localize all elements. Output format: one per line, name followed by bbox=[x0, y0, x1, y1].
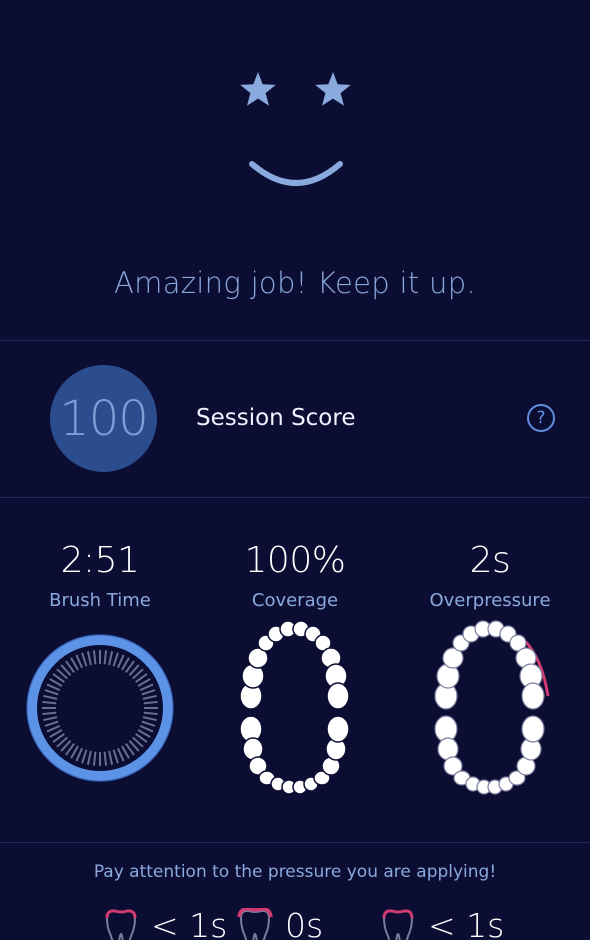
smile-icon bbox=[249, 161, 343, 186]
timer-tick bbox=[81, 749, 88, 764]
timer-ring-icon bbox=[26, 634, 174, 782]
pressure-value-center: 0s bbox=[285, 906, 324, 940]
teeth-coverage-icon bbox=[239, 620, 350, 795]
timer-tick bbox=[46, 683, 61, 692]
timer-tick bbox=[142, 716, 157, 722]
timer-tick bbox=[139, 683, 154, 692]
timer-tick bbox=[43, 716, 58, 722]
brush-time-label: Brush Time bbox=[49, 590, 151, 611]
hero-section: Amazing job! Keep it up. bbox=[0, 0, 590, 340]
timer-tick bbox=[81, 652, 88, 667]
timer-tick bbox=[143, 700, 158, 705]
timer-tick bbox=[139, 724, 154, 733]
session-score-row: 100 Session Score ? bbox=[0, 341, 590, 497]
timer-tick bbox=[141, 689, 156, 696]
brush-time-value: 2:51 bbox=[60, 540, 140, 581]
tooth-pressure-icon bbox=[237, 908, 273, 940]
left-star-icon bbox=[240, 72, 276, 106]
timer-tick bbox=[143, 711, 158, 716]
score-value: 100 bbox=[59, 390, 149, 447]
timer-tick bbox=[142, 694, 157, 700]
timer-tick bbox=[86, 750, 92, 765]
overpressure-value: 2s bbox=[469, 540, 511, 581]
timer-tick bbox=[108, 750, 114, 765]
timer-tick bbox=[92, 751, 97, 766]
pressure-item-left: < 1s bbox=[103, 904, 233, 940]
pressure-value-right: < 1s bbox=[428, 906, 505, 940]
right-star-icon bbox=[315, 72, 351, 106]
timer-tick bbox=[43, 694, 58, 700]
help-button[interactable]: ? bbox=[527, 404, 555, 432]
timer-tick bbox=[92, 650, 97, 665]
timer-tick bbox=[75, 654, 84, 669]
tooth-icon bbox=[105, 909, 137, 940]
coverage-label: Coverage bbox=[251, 590, 339, 611]
overpressure-label: Overpressure bbox=[429, 590, 551, 611]
divider bbox=[0, 842, 590, 843]
coverage-value: 100% bbox=[244, 540, 346, 581]
tooth-icon bbox=[382, 909, 414, 940]
timer-tick bbox=[116, 747, 125, 762]
timer-tick bbox=[46, 724, 61, 733]
timer-tick bbox=[103, 751, 108, 766]
pressure-item-right: < 1s bbox=[380, 904, 510, 940]
session-summary-screen: Amazing job! Keep it up. 100 Session Sco… bbox=[0, 0, 590, 940]
pressure-item-center: 0s bbox=[237, 904, 347, 940]
teeth-overpressure-icon bbox=[434, 620, 550, 795]
timer-tick bbox=[108, 651, 114, 666]
score-badge: 100 bbox=[50, 365, 157, 472]
timer-tick bbox=[112, 652, 119, 667]
pressure-value-left: < 1s bbox=[151, 906, 228, 940]
metrics-section: 2:51 Brush Time 100% Coverage 2s Overpre… bbox=[0, 498, 590, 842]
timer-tick bbox=[86, 651, 92, 666]
timer-tick bbox=[112, 749, 119, 764]
timer-tick bbox=[103, 650, 108, 665]
timer-tick bbox=[44, 720, 59, 727]
timer-tick bbox=[141, 720, 156, 727]
hero-message: Amazing job! Keep it up. bbox=[114, 266, 476, 300]
timer-tick bbox=[42, 711, 57, 716]
timer-tick bbox=[44, 689, 59, 696]
pressure-summary-row: < 1s 0s < 1s bbox=[0, 904, 590, 940]
score-label: Session Score bbox=[196, 405, 356, 431]
timer-tick bbox=[116, 654, 125, 669]
timer-tick bbox=[42, 700, 57, 705]
smiley-face-icon bbox=[240, 72, 351, 186]
timer-tick bbox=[75, 747, 84, 762]
pressure-warning-message: Pay attention to the pressure you are ap… bbox=[93, 862, 497, 882]
